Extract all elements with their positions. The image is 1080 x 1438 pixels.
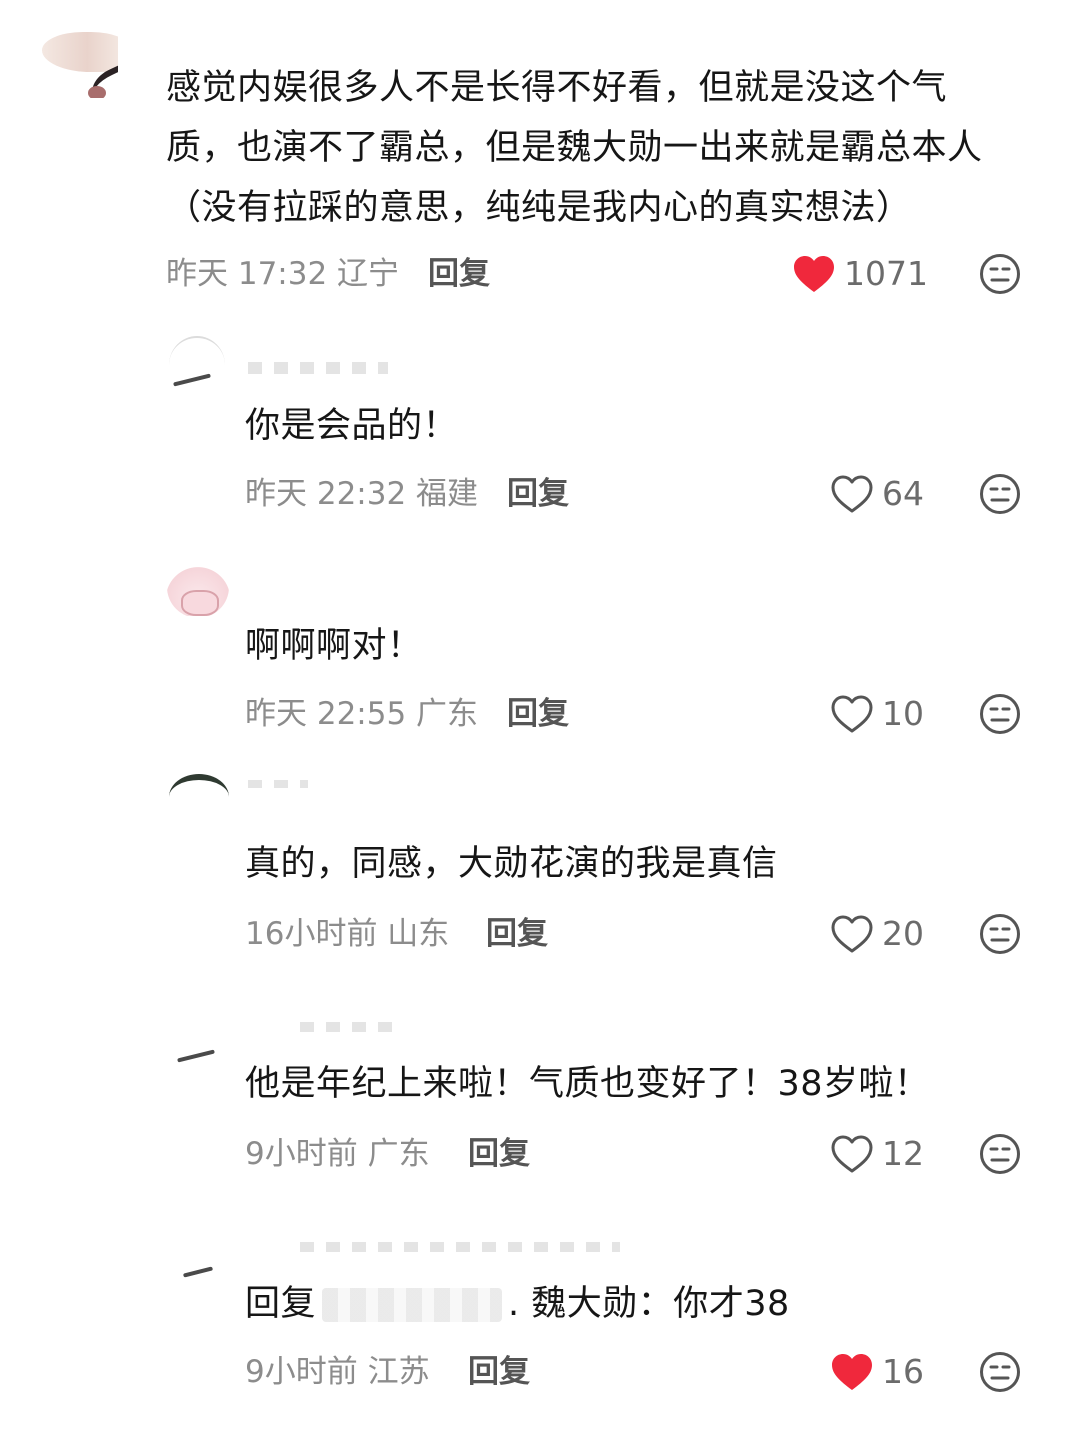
meh-face-icon[interactable] bbox=[978, 1132, 1022, 1176]
reply-reply-button[interactable]: 回复 bbox=[507, 694, 569, 734]
mentioned-username-redacted[interactable] bbox=[322, 1288, 503, 1322]
like-count: 20 bbox=[882, 914, 924, 953]
reply-text: 啊啊啊对！ bbox=[245, 626, 423, 666]
reply-like-button[interactable]: 12 bbox=[830, 1134, 924, 1174]
like-count: 1071 bbox=[844, 254, 928, 293]
like-count: 10 bbox=[882, 694, 924, 733]
reply-like-button[interactable]: 16 bbox=[830, 1352, 924, 1392]
username-redacted bbox=[300, 1022, 400, 1032]
avatar-mark bbox=[177, 1049, 215, 1063]
meh-face-icon[interactable] bbox=[978, 252, 1022, 296]
like-count: 16 bbox=[882, 1352, 924, 1391]
heart-icon bbox=[832, 1354, 872, 1390]
meh-face-icon[interactable] bbox=[978, 1350, 1022, 1394]
main-comment-line: （没有拉踩的意思，纯纯是我内心的真实想法） bbox=[166, 188, 912, 228]
heart-icon bbox=[831, 915, 873, 953]
reply-avatar[interactable] bbox=[165, 1020, 229, 1080]
reply-reply-button[interactable]: 回复 bbox=[468, 1352, 530, 1392]
reply-reply-button[interactable]: 回复 bbox=[486, 914, 548, 954]
reply-avatar[interactable] bbox=[165, 336, 229, 396]
main-comment-like-button[interactable]: 1071 bbox=[792, 254, 928, 294]
reply-like-button[interactable]: 64 bbox=[830, 474, 924, 514]
meh-face-icon[interactable] bbox=[978, 692, 1022, 736]
avatar-image bbox=[169, 774, 229, 820]
reply-quote: . 魏大勋：你才38 bbox=[508, 1284, 790, 1324]
reply-meta: 昨天 22:55 广东 bbox=[245, 696, 479, 732]
avatar-cartoon bbox=[181, 590, 219, 616]
like-count: 64 bbox=[882, 474, 924, 513]
reply-text: 他是年纪上来啦！气质也变好了！38岁啦！ bbox=[245, 1064, 930, 1104]
reply-avatar[interactable] bbox=[165, 774, 229, 834]
reply-meta: 16小时前 山东 bbox=[245, 916, 450, 952]
username-redacted bbox=[248, 362, 388, 374]
username-redacted bbox=[300, 1242, 620, 1252]
avatar-dot bbox=[88, 86, 106, 98]
reply-like-button[interactable]: 10 bbox=[830, 694, 924, 734]
commenter-avatar[interactable] bbox=[38, 28, 118, 98]
main-comment-reply-button[interactable]: 回复 bbox=[428, 254, 490, 294]
like-count: 12 bbox=[882, 1134, 924, 1173]
reply-reply-button[interactable]: 回复 bbox=[468, 1134, 530, 1174]
reply-text: 真的，同感，大勋花演的我是真信 bbox=[245, 844, 778, 884]
avatar-blur bbox=[42, 32, 118, 72]
heart-icon bbox=[794, 256, 834, 292]
meh-face-icon[interactable] bbox=[978, 912, 1022, 956]
reply-avatar[interactable] bbox=[165, 1240, 229, 1300]
main-comment-meta: 昨天 17:32 辽宁 bbox=[166, 256, 400, 292]
main-comment-text: 感觉内娱很多人不是长得不好看，但就是没这个气 质，也演不了霸总，但是魏大勋一出来… bbox=[166, 58, 1056, 238]
reply-meta: 9小时前 广东 bbox=[245, 1136, 430, 1172]
meh-face-icon[interactable] bbox=[978, 472, 1022, 516]
heart-icon bbox=[831, 475, 873, 513]
main-comment-line: 质，也演不了霸总，但是魏大勋一出来就是霸总本人 bbox=[166, 128, 983, 168]
reply-meta: 9小时前 江苏 bbox=[245, 1354, 430, 1390]
main-comment-line: 感觉内娱很多人不是长得不好看，但就是没这个气 bbox=[166, 68, 948, 108]
reply-text: 回复 . 魏大勋：你才38 bbox=[245, 1274, 1025, 1334]
reply-reply-button[interactable]: 回复 bbox=[507, 474, 569, 514]
reply-like-button[interactable]: 20 bbox=[830, 914, 924, 954]
reply-avatar[interactable] bbox=[165, 556, 229, 616]
reply-to-label: 回复 bbox=[245, 1284, 317, 1324]
avatar-mark bbox=[182, 1266, 214, 1278]
reply-text: 你是会品的！ bbox=[245, 406, 459, 446]
username-redacted bbox=[248, 780, 308, 788]
reply-meta: 昨天 22:32 福建 bbox=[245, 476, 479, 512]
heart-icon bbox=[831, 695, 873, 733]
heart-icon bbox=[831, 1135, 873, 1173]
